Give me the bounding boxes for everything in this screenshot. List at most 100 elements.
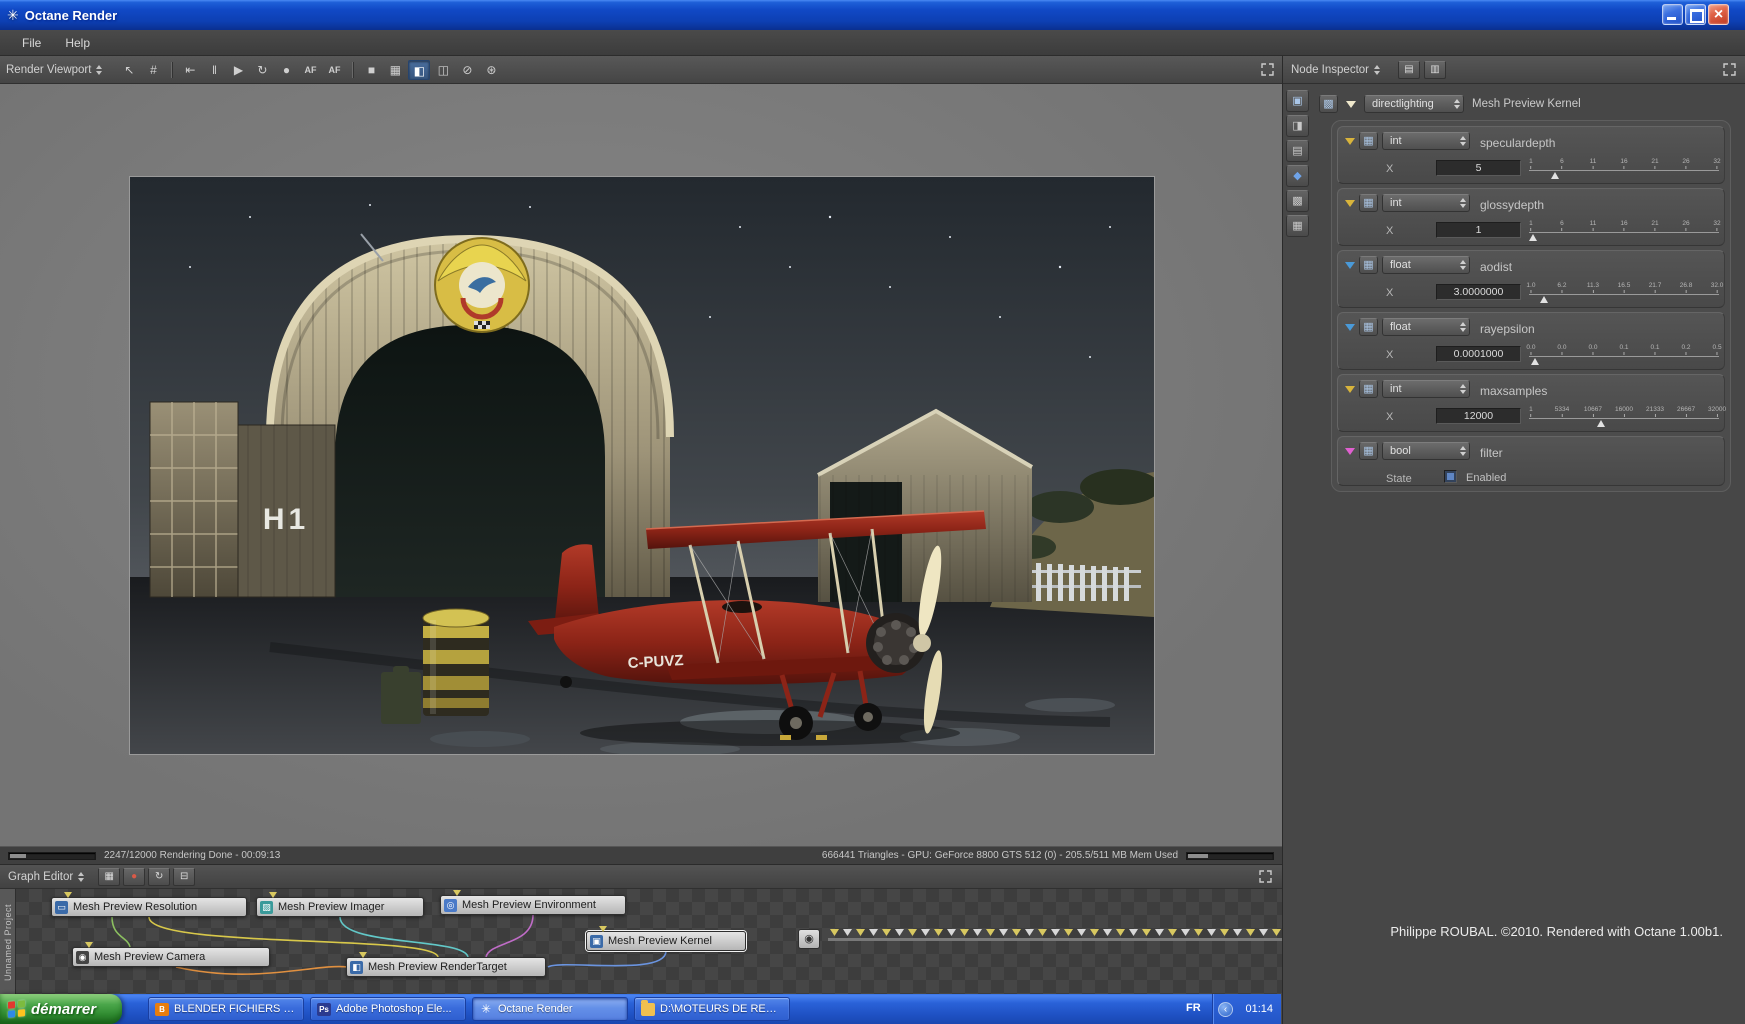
param-value-field[interactable]: 12000 xyxy=(1436,408,1521,424)
param-collapse-triangle[interactable] xyxy=(1345,138,1355,145)
alpha-off-icon[interactable]: ⊘ xyxy=(456,60,478,80)
param-checkbox[interactable] xyxy=(1444,470,1457,483)
task-blender[interactable]: B BLENDER FICHIERS B... xyxy=(148,997,304,1021)
slider-thumb[interactable] xyxy=(1539,296,1548,303)
spinner-arrows[interactable] xyxy=(78,871,85,882)
display-split-icon[interactable]: ◧ xyxy=(408,59,431,80)
spinner-arrows[interactable] xyxy=(96,64,103,75)
param-type-dropdown[interactable]: bool xyxy=(1382,442,1470,460)
graph-new-node-icon[interactable]: ▦ xyxy=(98,867,121,886)
param-slider[interactable]: 1 6 11 16 21 26 32 xyxy=(1525,156,1723,184)
param-slider[interactable]: 1.0 6.2 11.3 16.5 21.7 26.8 32.0 xyxy=(1525,280,1723,308)
viewport-expand-icon[interactable] xyxy=(1258,61,1276,79)
param-node-icon[interactable]: ▦ xyxy=(1359,256,1378,274)
graph-node-mesh-preview-environment[interactable]: ◎ Mesh Preview Environment xyxy=(440,890,626,915)
minimize-button[interactable] xyxy=(1662,4,1683,25)
inspector-copy-icon[interactable]: ▥ xyxy=(1424,60,1446,79)
param-type-dropdown[interactable]: int xyxy=(1382,132,1470,150)
maximize-button[interactable] xyxy=(1685,4,1706,25)
param-value-field[interactable]: 1 xyxy=(1436,222,1521,238)
kernel-collapse-triangle[interactable] xyxy=(1346,100,1356,108)
inspector-layout-icon[interactable]: ▤ xyxy=(1398,60,1420,79)
refresh-render-icon[interactable]: ↻ xyxy=(251,60,273,80)
strip-image-icon[interactable]: ▩ xyxy=(1286,190,1309,212)
task-folder[interactable]: D:\MOTEURS DE RENDU xyxy=(634,997,790,1021)
slider-thumb[interactable] xyxy=(1551,172,1560,179)
viewport-type-dropdown[interactable]: Render Viewport xyxy=(6,64,103,76)
task-octane[interactable]: ✳ Octane Render xyxy=(472,997,628,1021)
param-value-field[interactable]: 0.0001000 xyxy=(1436,346,1521,362)
param-collapse-triangle[interactable] xyxy=(1345,324,1355,331)
graph-expand-icon[interactable] xyxy=(1256,868,1274,886)
render-image[interactable]: H1 C-PUVZ xyxy=(129,176,1155,755)
kernel-type-dropdown[interactable]: directlighting xyxy=(1364,95,1464,113)
param-type-dropdown[interactable]: float xyxy=(1382,318,1470,336)
strip-copy-icon[interactable]: ◨ xyxy=(1286,115,1309,137)
strip-save-icon[interactable]: ◆ xyxy=(1286,165,1309,187)
strip-histogram-icon[interactable]: ▦ xyxy=(1286,215,1309,237)
graph-node-mesh-preview-camera[interactable]: ◉ Mesh Preview Camera xyxy=(72,942,270,967)
slider-thumb[interactable] xyxy=(1528,234,1537,241)
param-node-icon[interactable]: ▦ xyxy=(1359,194,1378,212)
param-collapse-triangle[interactable] xyxy=(1345,448,1355,455)
strip-screen-icon[interactable]: ▣ xyxy=(1286,90,1309,112)
title-bar[interactable]: ✳ Octane Render xyxy=(0,0,1745,30)
language-indicator[interactable]: FR xyxy=(1186,1002,1201,1014)
render-region-icon[interactable]: ● xyxy=(275,60,297,80)
autofocus-pick-icon[interactable]: AF xyxy=(323,60,345,80)
pause-render-icon[interactable]: ‖ xyxy=(203,60,225,80)
menu-file[interactable]: File xyxy=(10,33,53,53)
graph-node-mesh-preview-kernel[interactable]: ▣ Mesh Preview Kernel xyxy=(586,926,746,951)
grid-overlay-icon[interactable]: # xyxy=(142,60,164,80)
graph-refresh-icon[interactable]: ↻ xyxy=(148,867,171,886)
graph-node-mesh-preview-resolution[interactable]: ▭ Mesh Preview Resolution xyxy=(51,892,247,917)
strip-film-icon[interactable]: ▤ xyxy=(1286,140,1309,162)
param-collapse-triangle[interactable] xyxy=(1345,386,1355,393)
param-type-dropdown[interactable]: int xyxy=(1382,380,1470,398)
kernel-node-icon[interactable]: ▩ xyxy=(1319,95,1338,113)
project-tab[interactable]: Unnamed Project xyxy=(0,889,16,996)
param-value-field[interactable]: 5 xyxy=(1436,160,1521,176)
close-button[interactable] xyxy=(1708,4,1729,25)
slider-thumb[interactable] xyxy=(1530,358,1539,365)
graph-mini-node[interactable]: ◉ xyxy=(798,929,820,949)
param-slider[interactable]: 1 6 11 16 21 26 32 xyxy=(1525,218,1723,246)
param-node-icon[interactable]: ▦ xyxy=(1359,380,1378,398)
graph-snap-icon[interactable]: ⊟ xyxy=(173,867,196,886)
pointer-tool-icon[interactable]: ↖ xyxy=(118,60,140,80)
param-node-icon[interactable]: ▦ xyxy=(1359,442,1378,460)
tray-chevron-icon[interactable]: ‹ xyxy=(1218,1001,1233,1017)
restart-render-icon[interactable]: ⇤ xyxy=(179,60,201,80)
spinner-arrows[interactable] xyxy=(1454,99,1460,109)
alpha-on-icon[interactable]: ⊛ xyxy=(480,60,502,80)
start-button[interactable]: démarrer xyxy=(0,994,122,1024)
slider-tick: 1.0 xyxy=(1526,282,1535,293)
graph-editor-type-dropdown[interactable]: Graph Editor xyxy=(8,871,85,883)
task-photoshop[interactable]: Ps Adobe Photoshop Ele... xyxy=(310,997,466,1021)
slider-thumb[interactable] xyxy=(1596,420,1605,427)
graph-canvas[interactable]: ◉ ▭ Mesh Preview Resolution ▨ Mesh Previ… xyxy=(16,889,1282,996)
inspector-expand-icon[interactable] xyxy=(1720,61,1738,79)
graph-node-mesh-preview-imager[interactable]: ▨ Mesh Preview Imager xyxy=(256,892,424,917)
node-pin-strip[interactable] xyxy=(828,927,1282,946)
display-solid-icon[interactable]: ■ xyxy=(360,60,382,80)
param-type-dropdown[interactable]: float xyxy=(1382,256,1470,274)
param-node-icon[interactable]: ▦ xyxy=(1359,318,1378,336)
autofocus-icon[interactable]: AF xyxy=(299,60,321,80)
node-inspector-type-dropdown[interactable]: Node Inspector xyxy=(1291,64,1380,76)
param-node-icon[interactable]: ▦ xyxy=(1359,132,1378,150)
param-slider[interactable]: 0.0 0.0 0.0 0.1 0.1 0.2 0.5 xyxy=(1525,342,1723,370)
graph-material-preview-icon[interactable]: ● xyxy=(123,867,146,886)
spinner-arrows[interactable] xyxy=(1374,64,1380,75)
display-compare-icon[interactable]: ◫ xyxy=(432,60,454,80)
param-collapse-triangle[interactable] xyxy=(1345,262,1355,269)
param-value-field[interactable]: 3.0000000 xyxy=(1436,284,1521,300)
menu-help[interactable]: Help xyxy=(53,33,102,53)
graph-node-mesh-preview-rendertarget[interactable]: ◧ Mesh Preview RenderTarget xyxy=(346,952,546,977)
param-slider[interactable]: 1 5334 10667 16000 21333 26667 32000 xyxy=(1525,404,1726,432)
param-type-dropdown[interactable]: int xyxy=(1382,194,1470,212)
param-collapse-triangle[interactable] xyxy=(1345,200,1355,207)
resume-render-icon[interactable]: ▶ xyxy=(227,60,249,80)
render-viewport[interactable]: H1 C-PUVZ xyxy=(0,84,1282,846)
display-checker-icon[interactable]: ▦ xyxy=(384,60,406,80)
